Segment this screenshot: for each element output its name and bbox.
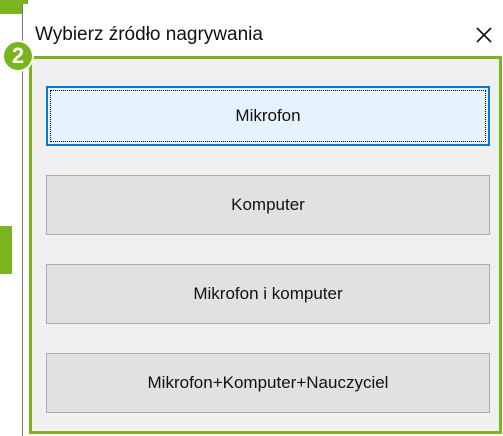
computer-button[interactable]: Komputer	[46, 175, 490, 235]
recording-source-dialog: Wybierz źródło nagrywania Mikrofon Kompu…	[22, 4, 503, 436]
dialog-content-highlight: Mikrofon Komputer Mikrofon i komputer Mi…	[29, 56, 502, 434]
dialog-title: Wybierz źródło nagrywania	[35, 24, 263, 45]
microphone-computer-teacher-button[interactable]: Mikrofon+Komputer+Nauczyciel	[46, 353, 490, 413]
close-button[interactable]	[465, 20, 503, 50]
microphone-and-computer-button[interactable]: Mikrofon i komputer	[46, 264, 490, 324]
annotation-arrow	[0, 226, 12, 274]
microphone-button[interactable]: Mikrofon	[46, 86, 490, 146]
close-icon	[476, 27, 492, 43]
dialog-titlebar: Wybierz źródło nagrywania	[23, 4, 503, 54]
screenshot-stage: Wybierz źródło nagrywania Mikrofon Kompu…	[0, 0, 503, 436]
annotation-step-badge: 2	[2, 40, 34, 72]
